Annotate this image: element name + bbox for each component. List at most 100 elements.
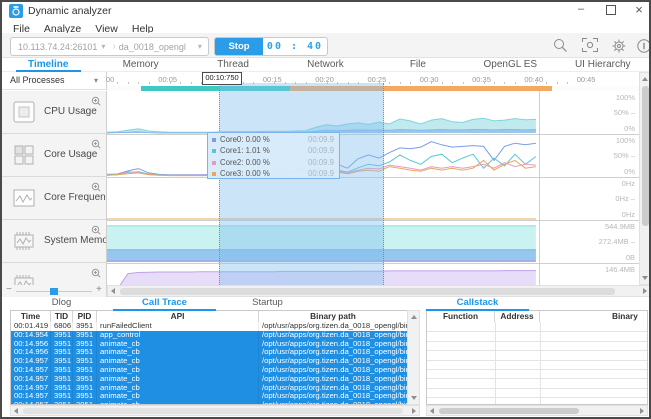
cell: 00:14.954: [11, 331, 51, 340]
cell: runFailedClient: [97, 322, 259, 331]
minimize-button[interactable]: –: [568, 2, 594, 18]
cell: 00:14.957: [11, 384, 51, 393]
scrollbar-thumb[interactable]: [23, 408, 403, 414]
scroll-up-icon[interactable]: [642, 77, 648, 81]
cell: 3951: [73, 331, 97, 340]
column-header-binary-path[interactable]: Binary path: [540, 311, 648, 322]
process-filter-label: All Processes: [10, 75, 65, 85]
table-row[interactable]: 00:14.95739513951animate_cb/opt/usr/apps…: [11, 384, 408, 393]
zoom-in-icon[interactable]: [91, 136, 101, 154]
stop-button[interactable]: Stop: [215, 38, 263, 55]
cell: /opt/usr/apps/org.tizen.da_0018_opengl/b…: [259, 348, 408, 357]
device-dropdown[interactable]: 10.113.74.24:26101: [18, 42, 97, 52]
column-header-binary-path[interactable]: Binary path: [259, 311, 408, 322]
cell: /opt/usr/apps/org.tizen.da_0018_opengl/b…: [259, 392, 408, 401]
zoom-out-button[interactable]: −: [6, 284, 12, 295]
chart-horizontal-scrollbar[interactable]: [107, 285, 651, 297]
core-usage-tooltip: Core0: 0.00 %00:09.9Core1: 1.01 %00:09.9…: [207, 132, 340, 179]
chart-row-partial[interactable]: [2, 263, 106, 286]
tooltip-core-value: Core1: 1.01 %: [220, 146, 270, 155]
tab-thread[interactable]: Thread: [187, 58, 279, 71]
chart-row-core-usage[interactable]: Core Usage: [2, 134, 106, 177]
tab-opengl-es[interactable]: OpenGL ES: [464, 58, 556, 71]
scroll-right-icon[interactable]: [643, 288, 647, 294]
table-row[interactable]: 00:14.95739513951animate_cb/opt/usr/apps…: [11, 375, 408, 384]
axis-label: 272.4MB –: [599, 237, 635, 246]
scroll-down-icon[interactable]: [411, 396, 417, 400]
series-color-dot: [212, 172, 216, 176]
table-row[interactable]: 00:14.95639513951animate_cb/opt/usr/apps…: [11, 340, 408, 349]
tab-ui-hierarchy[interactable]: UI Hierarchy: [557, 58, 649, 71]
column-header-address[interactable]: Address: [495, 311, 540, 322]
maximize-button[interactable]: [598, 2, 624, 18]
zoom-in-icon[interactable]: [91, 222, 101, 240]
bottom-tab-dlog[interactable]: Dlog: [10, 297, 113, 309]
scroll-right-icon[interactable]: [412, 408, 416, 414]
ruler-minor-tick: [149, 82, 150, 84]
call-trace-table: TimeTIDPIDAPIBinary path 00:01.419680639…: [10, 310, 408, 405]
scrollbar-thumb[interactable]: [439, 408, 579, 414]
column-header-pid[interactable]: PID: [73, 311, 97, 322]
zoom-in-icon[interactable]: [91, 179, 101, 197]
zoom-in-icon[interactable]: [91, 265, 101, 283]
axis-label: 0%: [624, 124, 635, 133]
app-logo-icon: [9, 4, 23, 18]
process-filter-dropdown[interactable]: All Processes ▾: [2, 72, 107, 90]
axis-label: 0Hz: [622, 210, 635, 219]
chart-row-cpu-usage[interactable]: CPU Usage: [2, 91, 106, 134]
zoom-in-button[interactable]: +: [96, 284, 102, 295]
bottom-tab-callstack[interactable]: Callstack: [426, 297, 529, 311]
table-row[interactable]: 00:14.95739513951animate_cb/opt/usr/apps…: [11, 357, 408, 366]
scroll-right-icon[interactable]: [640, 408, 644, 414]
cell: 3951: [51, 348, 73, 357]
application-dropdown[interactable]: da_0018_opengl: [119, 42, 186, 52]
cell: 3951: [51, 384, 73, 393]
scroll-down-icon[interactable]: [642, 276, 648, 280]
ruler-minor-tick: [410, 82, 411, 84]
cell: 00:14.957: [11, 375, 51, 384]
cell: 3951: [73, 375, 97, 384]
close-button[interactable]: ×: [626, 2, 651, 18]
timeline-selection-region[interactable]: [219, 83, 384, 285]
axis-label: 50% –: [614, 108, 635, 117]
scroll-left-icon[interactable]: [430, 408, 434, 414]
call-trace-horizontal-scrollbar[interactable]: [10, 405, 420, 416]
scroll-left-icon[interactable]: [111, 288, 115, 294]
chart-axis-gutter: 100%50% –0%100%50% –0%0Hz0Hz –0Hz544.9MB…: [539, 91, 639, 286]
search-icon[interactable]: [552, 37, 570, 55]
bottom-tab-call-trace[interactable]: Call Trace: [113, 297, 216, 311]
cell: 00:14.956: [11, 340, 51, 349]
table-row[interactable]: 00:14.95439513951app_control/opt/usr/app…: [11, 331, 408, 340]
analysis-tab-bar: TimelineMemoryThreadNetworkFileOpenGL ES…: [2, 58, 649, 72]
timeline-zoom-slider: − +: [2, 285, 107, 297]
table-row[interactable]: 00:14.95739513951animate_cb/opt/usr/apps…: [11, 366, 408, 375]
column-header-tid[interactable]: TID: [51, 311, 73, 322]
about-icon[interactable]: [636, 37, 651, 55]
table-row[interactable]: 00:14.95639513951animate_cb/opt/usr/apps…: [11, 348, 408, 357]
scrollbar-thumb[interactable]: [642, 86, 649, 226]
ruler-minor-tick: [463, 82, 464, 84]
scroll-up-icon[interactable]: [411, 315, 417, 319]
callstack-horizontal-scrollbar[interactable]: [426, 405, 648, 416]
bottom-tab-startup[interactable]: Startup: [216, 297, 319, 309]
scroll-left-icon[interactable]: [14, 408, 18, 414]
chart-row-system-memory[interactable]: System Memory: [2, 220, 106, 263]
scrollbar-thumb[interactable]: [120, 288, 615, 295]
column-header-function[interactable]: Function: [427, 311, 495, 322]
zoom-in-icon[interactable]: [91, 93, 101, 111]
column-header-api[interactable]: API: [97, 311, 259, 322]
tab-memory[interactable]: Memory: [94, 58, 186, 71]
chart-row-core-frequency[interactable]: Core Frequency: [2, 177, 106, 220]
tab-network[interactable]: Network: [279, 58, 371, 71]
tab-timeline[interactable]: Timeline: [2, 58, 94, 71]
settings-icon[interactable]: [610, 37, 628, 55]
screenshot-icon[interactable]: [581, 37, 599, 55]
tab-file[interactable]: File: [372, 58, 464, 71]
column-header-time[interactable]: Time: [11, 311, 51, 322]
table-row[interactable]: 00:14.95739513951animate_cb/opt/usr/apps…: [11, 392, 408, 401]
chart-vertical-scrollbar[interactable]: [639, 72, 651, 285]
slider-handle[interactable]: [50, 288, 58, 295]
call-trace-vertical-scrollbar[interactable]: [407, 310, 420, 405]
chart-row-label: Core Usage: [44, 149, 97, 160]
ruler-cursor-marker[interactable]: 00:10:750: [202, 72, 242, 85]
